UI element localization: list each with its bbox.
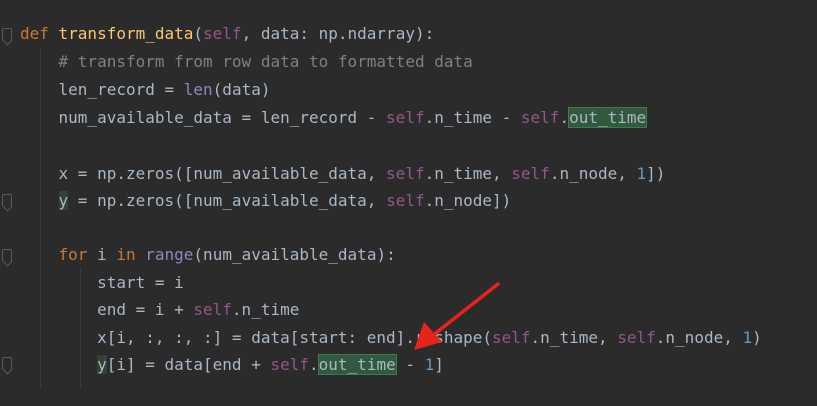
red-arrow-icon — [414, 282, 500, 350]
code-editor[interactable]: def transform_data(self, data: np.ndarra… — [0, 0, 817, 406]
